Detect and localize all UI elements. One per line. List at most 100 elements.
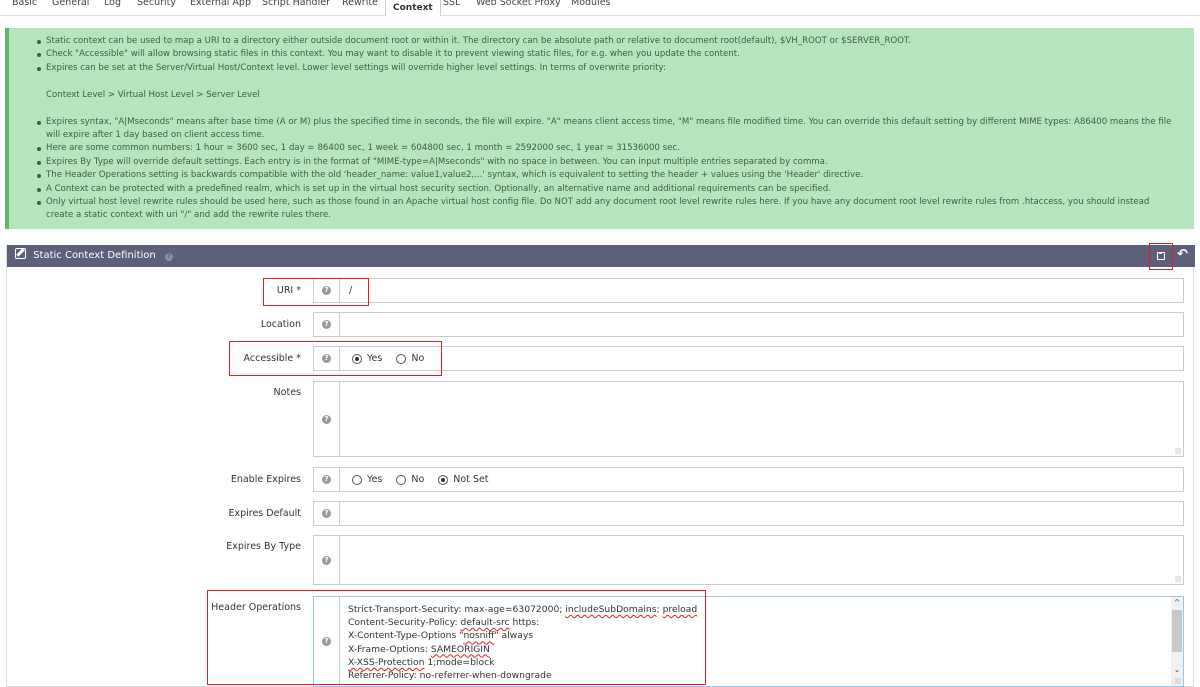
location-field[interactable]: ? xyxy=(313,312,1184,337)
enable-expires-field: ? Yes No Not Set xyxy=(313,467,1184,492)
notes-label: Notes xyxy=(273,387,301,398)
info-bullet: Static context can be used to map a URI … xyxy=(37,35,1194,48)
uri-input[interactable]: / xyxy=(349,279,352,302)
static-context-panel: Static Context Definition ? ↶ URI * ? / … xyxy=(6,243,1195,687)
resize-handle[interactable] xyxy=(1175,448,1181,454)
radio-unchecked-icon xyxy=(352,474,362,485)
info-bullet: Expires By Type will override default se… xyxy=(37,156,1194,169)
chevron-up-icon[interactable]: ^ xyxy=(1171,597,1183,609)
header-line: Referrer-Policy: no-referrer-when-downgr… xyxy=(348,670,552,682)
help-icon: ? xyxy=(322,637,331,646)
tab-basic[interactable]: Basic xyxy=(12,0,37,8)
resize-handle[interactable] xyxy=(1175,576,1181,582)
header-operations-textarea[interactable]: Strict-Transport-Security: max-age=63072… xyxy=(348,603,697,682)
help-icon: ? xyxy=(322,475,331,484)
help-button[interactable]: ? xyxy=(314,502,340,525)
tab-modules[interactable]: Modules xyxy=(571,0,611,8)
row-enable-expires: Enable Expires ? Yes No Not Set xyxy=(7,467,1195,492)
header-line: Strict-Transport-Security: max-age=63072… xyxy=(348,604,698,615)
tab-context[interactable]: Context xyxy=(385,0,441,17)
panel-title: Static Context Definition xyxy=(33,250,156,261)
enable-expires-no-radio[interactable]: No xyxy=(396,474,424,485)
tab-web-socket-proxy[interactable]: Web Socket Proxy xyxy=(476,0,561,8)
tab-script-handler[interactable]: Script Handler xyxy=(262,0,330,8)
expires-default-field[interactable]: ? xyxy=(313,501,1184,526)
help-icon: ? xyxy=(322,354,331,363)
tab-bar: Basic General Log Security External App … xyxy=(0,0,1200,17)
accessible-radio-group: Yes No xyxy=(352,347,438,370)
uri-label: URI * xyxy=(276,285,301,296)
save-icon xyxy=(1157,252,1165,260)
info-list-top: Static context can be used to map a URI … xyxy=(37,35,1194,75)
radio-checked-icon xyxy=(438,474,449,485)
header-line: X-Content-Type-Options "nosniff" always xyxy=(348,630,534,642)
header-line: X-Frame-Options: SAMEORIGIN xyxy=(348,643,490,655)
help-icon: ? xyxy=(322,414,331,424)
row-header-operations: Header Operations ? Strict-Transport-Sec… xyxy=(7,596,1195,687)
help-button[interactable]: ? xyxy=(314,536,340,584)
radio-checked-icon xyxy=(352,353,362,364)
tab-log[interactable]: Log xyxy=(104,0,121,8)
header-line: X-XSS-Protection 1;mode=block xyxy=(348,656,495,668)
expires-by-type-label: Expires By Type xyxy=(226,541,301,552)
header-operations-label: Header Operations xyxy=(211,602,301,613)
info-bullet: The Header Operations setting is backwar… xyxy=(37,169,1194,182)
help-info-box: Static context can be used to map a URI … xyxy=(5,28,1194,229)
info-bullet: Check "Accessible" will allow browsing s… xyxy=(37,48,1194,61)
info-bullet: Expires can be set at the Server/Virtual… xyxy=(37,62,1194,75)
help-button[interactable]: ? xyxy=(314,382,340,456)
tab-external-app[interactable]: External App xyxy=(190,0,251,8)
row-uri: URI * ? / xyxy=(7,278,1195,303)
help-button[interactable]: ? xyxy=(314,347,340,370)
tab-general[interactable]: General xyxy=(52,0,89,8)
info-list-bottom: Expires syntax, "A|Mseconds" means after… xyxy=(37,116,1194,223)
enable-expires-radio-group: Yes No Not Set xyxy=(352,468,503,491)
accessible-no-radio[interactable]: No xyxy=(396,353,424,364)
info-bullet: A Context can be protected with a predef… xyxy=(37,183,1194,196)
help-icon: ? xyxy=(322,509,331,518)
radio-unchecked-icon xyxy=(396,474,407,485)
tab-rewrite[interactable]: Rewrite xyxy=(342,0,378,8)
help-button[interactable]: ? xyxy=(314,597,340,686)
expires-default-label: Expires Default xyxy=(228,508,301,519)
info-bullet: Expires syntax, "A|Mseconds" means after… xyxy=(37,116,1194,143)
accessible-yes-radio[interactable]: Yes xyxy=(352,353,382,364)
textarea-scrollbar[interactable]: ^ ⌄ xyxy=(1171,597,1183,686)
uri-field[interactable]: ? / xyxy=(313,278,1184,303)
row-expires-default: Expires Default ? xyxy=(7,501,1195,526)
row-notes: Notes ? xyxy=(7,381,1195,457)
notes-field[interactable]: ? xyxy=(313,381,1184,457)
panel-header: Static Context Definition ? ↶ xyxy=(7,243,1195,270)
header-operations-field[interactable]: ? Strict-Transport-Security: max-age=630… xyxy=(313,596,1184,687)
tab-security[interactable]: Security xyxy=(137,0,176,8)
help-icon: ? xyxy=(322,320,331,329)
radio-unchecked-icon xyxy=(396,353,407,364)
accessible-field: ? Yes No xyxy=(313,346,1184,371)
info-bullet: Only virtual host level rewrite rules sh… xyxy=(37,196,1194,223)
row-expires-by-type: Expires By Type ? xyxy=(7,535,1195,585)
enable-expires-label: Enable Expires xyxy=(230,474,301,485)
header-line: Content-Security-Policy: default-src htt… xyxy=(348,617,540,629)
help-button[interactable]: ? xyxy=(314,313,340,336)
resize-handle[interactable] xyxy=(1175,678,1181,684)
location-label: Location xyxy=(260,319,301,330)
help-button[interactable]: ? xyxy=(314,279,340,302)
tab-ssl[interactable]: SSL xyxy=(443,0,460,8)
help-icon[interactable]: ? xyxy=(164,253,173,261)
row-location: Location ? xyxy=(7,312,1195,337)
help-icon: ? xyxy=(322,555,331,565)
edit-icon xyxy=(15,248,26,259)
help-icon: ? xyxy=(322,286,331,295)
priority-line: Context Level > Virtual Host Level > Ser… xyxy=(46,90,260,101)
accessible-label: Accessible * xyxy=(243,353,301,364)
save-button[interactable] xyxy=(1149,243,1173,270)
enable-expires-yes-radio[interactable]: Yes xyxy=(352,474,382,485)
help-button[interactable]: ? xyxy=(314,468,340,491)
scrollbar-thumb[interactable] xyxy=(1172,610,1182,652)
enable-expires-not-set-radio[interactable]: Not Set xyxy=(438,474,489,485)
info-bullet: Here are some common numbers: 1 hour = 3… xyxy=(37,142,1194,155)
undo-icon[interactable]: ↶ xyxy=(1177,248,1191,262)
chevron-down-icon[interactable]: ⌄ xyxy=(1171,664,1183,676)
expires-by-type-field[interactable]: ? xyxy=(313,535,1184,585)
row-accessible: Accessible * ? Yes No xyxy=(7,346,1195,371)
